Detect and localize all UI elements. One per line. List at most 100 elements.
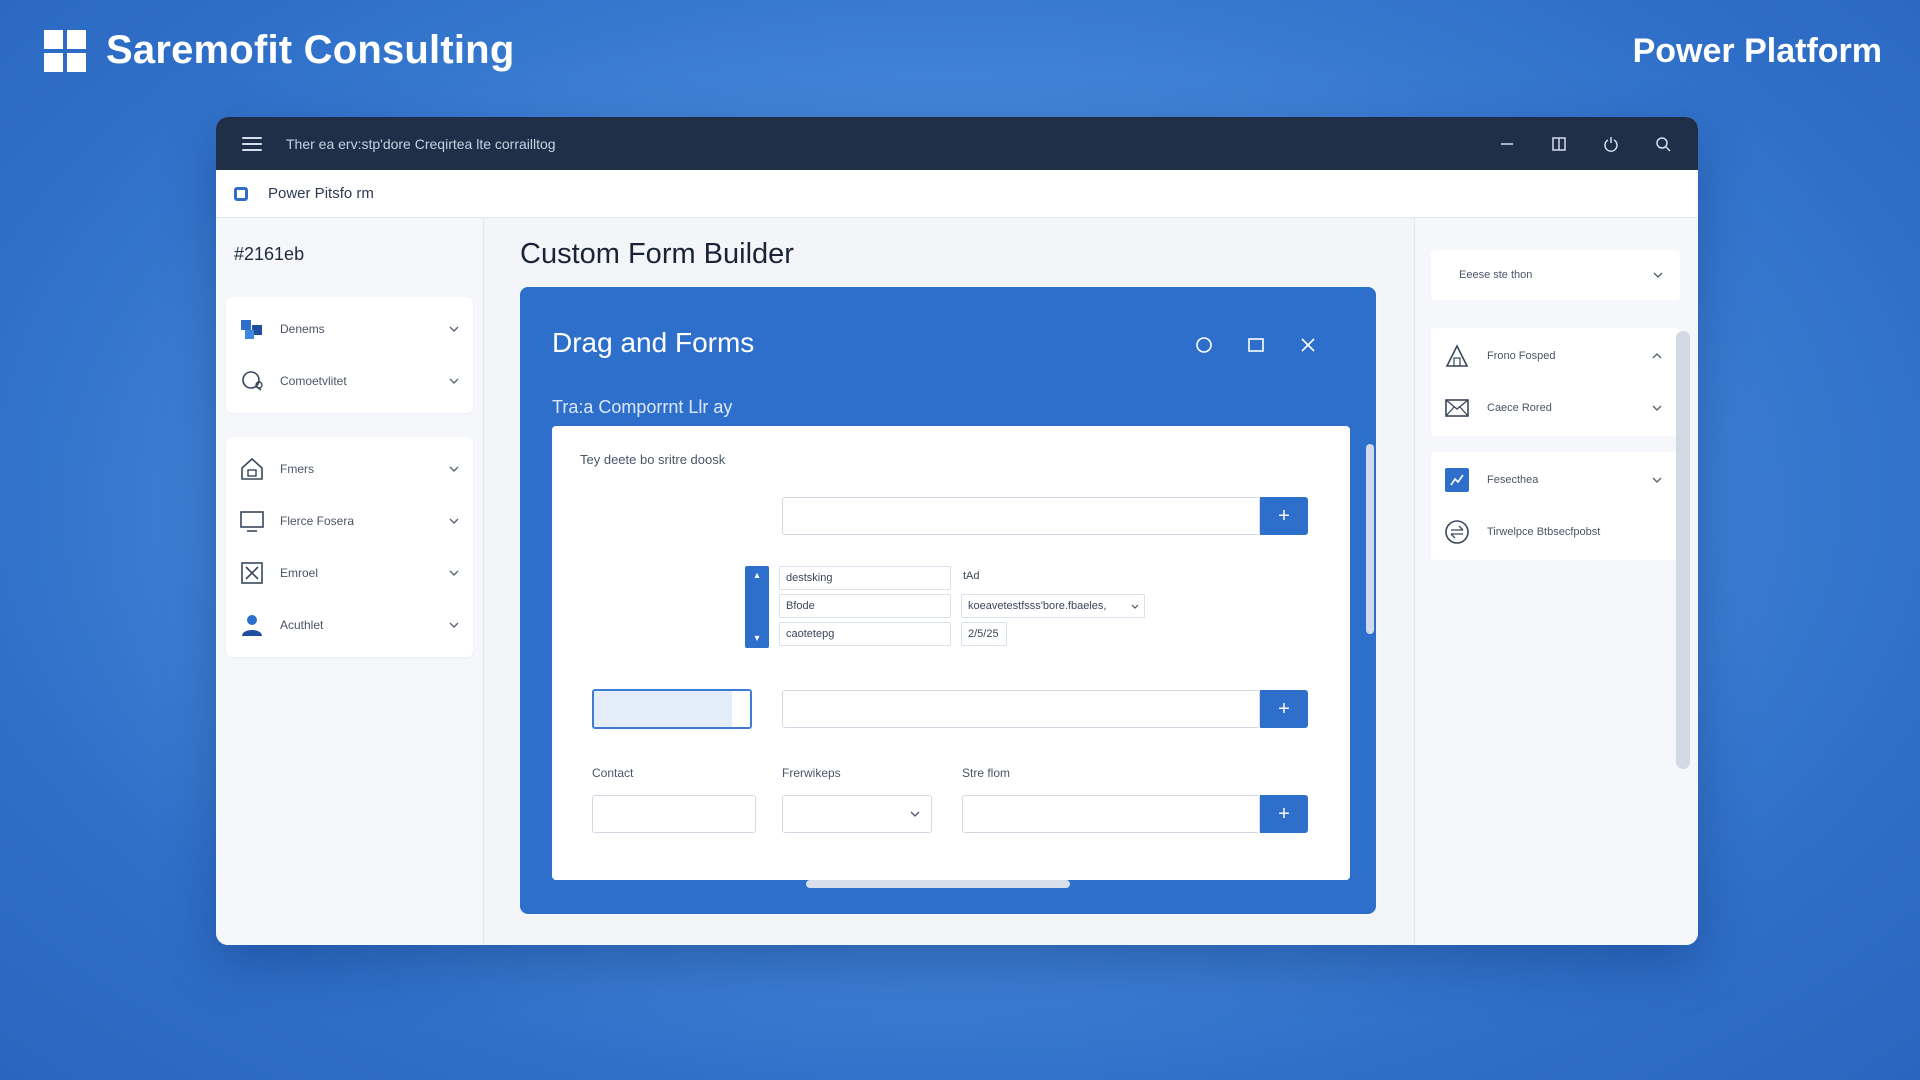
chevron-down-icon[interactable] — [447, 618, 461, 632]
chevron-up-icon[interactable] — [1650, 349, 1664, 363]
add-button[interactable]: + — [1260, 497, 1308, 535]
right-item-frono-fosped[interactable]: Frono Fosped — [1431, 330, 1680, 382]
field-date[interactable]: 2/5/25 — [961, 622, 1007, 646]
sidebar-item-label: Denems — [280, 322, 325, 336]
right-select-placeholder: Eeese ste thon — [1459, 269, 1533, 281]
maximize-icon[interactable] — [1246, 335, 1266, 355]
form-row-3-store: + — [962, 795, 1308, 833]
sidebar-code: #2161eb — [234, 244, 305, 264]
right-item-tirwelpce[interactable]: Tirwelpce Btbsecfpobst — [1431, 506, 1680, 558]
hamburger-menu-icon[interactable] — [242, 136, 262, 151]
panel-title: Drag and Forms — [552, 327, 755, 358]
right-item-fesecthea[interactable]: Fesecthea — [1431, 454, 1680, 506]
field-column-2: tAd koeavetestfsss'bore.fbaeles, 2/5/25 — [961, 566, 1151, 648]
horizontal-scrollbar[interactable] — [806, 880, 1070, 888]
chevron-down-icon[interactable] — [447, 322, 461, 336]
field-dropdown[interactable]: koeavetestfsss'bore.fbaeles, — [961, 594, 1145, 618]
right-item-label: Tirwelpce Btbsecfpobst — [1487, 526, 1601, 538]
chevron-down-icon[interactable] — [447, 462, 461, 476]
text-input-2[interactable] — [782, 690, 1260, 728]
add-button[interactable]: + — [1260, 690, 1308, 728]
right-item-label: Caece Rored — [1487, 402, 1552, 414]
app-window: Ther ea erv:stp'dore Creqirtea lte corra… — [216, 117, 1698, 945]
right-item-label: Fesecthea — [1487, 474, 1539, 486]
components-icon — [238, 315, 266, 343]
sidebar-item-label: Emroel — [280, 566, 319, 580]
field-cell[interactable]: destsking — [779, 566, 951, 590]
selected-component[interactable] — [592, 689, 752, 729]
sidebar-item-label: Fmers — [280, 462, 314, 476]
sidebar-group-1: Denems Comoetvlitet — [226, 297, 473, 413]
drag-handle-icon[interactable]: ▴ ▾ — [745, 566, 769, 648]
close-box-icon — [238, 559, 266, 587]
sidebar-item-denems[interactable]: Denems — [226, 303, 473, 355]
sidebar-item-fmers[interactable]: Fmers — [226, 443, 473, 495]
store-label: Stre flom — [962, 766, 1011, 780]
sidebar-item-comoetvlitet[interactable]: Comoetvlitet — [226, 355, 473, 407]
prerequisites-select[interactable] — [782, 795, 932, 833]
sidebar-item-label: Acuthlet — [280, 618, 324, 632]
sidebar-group-2: Fmers Flerce Fosera Emroel Acuthlet — [226, 437, 473, 657]
sidebar-item-label: Flerce Fosera — [280, 514, 355, 528]
field-table: ▴ ▾ destsking Bfode caotetepg tAd koeavet… — [745, 566, 1151, 648]
user-icon — [238, 611, 266, 639]
form-row-1: + — [782, 497, 1308, 535]
form-builder-panel: Drag and Forms Tra:a Comporrnt Llr ay Te… — [520, 287, 1376, 914]
split-view-icon[interactable] — [1550, 135, 1568, 153]
breadcrumb-label[interactable]: Power Pitsfo rm — [268, 185, 374, 202]
field-cell[interactable]: Bfode — [779, 594, 951, 618]
titlebar-text: Ther ea erv:stp'dore Creqirtea lte corra… — [286, 135, 556, 152]
panel-header: Drag and Forms Tra:a Comporrnt Llr ay — [550, 287, 1346, 417]
power-icon[interactable] — [1602, 135, 1620, 153]
form-canvas: Tey deete bo sritre doosk + ▴ ▾ destsking… — [552, 426, 1374, 888]
sidebar-item-label: Comoetvlitet — [280, 374, 347, 388]
minimize-icon[interactable] — [1498, 135, 1516, 153]
right-group-1: Frono Fosped Caece Rored — [1431, 328, 1680, 436]
windows-logo-icon — [44, 29, 86, 72]
right-panel: Eeese ste thon Frono Fosped Caece Rored — [1414, 218, 1698, 945]
search-icon[interactable] — [1654, 135, 1672, 153]
form-row-2: + — [782, 690, 1308, 728]
close-icon[interactable] — [1298, 335, 1318, 355]
monitor-icon — [238, 507, 266, 535]
text-input-1[interactable] — [782, 497, 1260, 535]
chevron-down-icon[interactable] — [1650, 401, 1664, 415]
chevron-down-icon[interactable] — [447, 514, 461, 528]
chart-icon — [1443, 466, 1471, 494]
chevron-down-icon — [910, 811, 920, 817]
form-row-3 — [592, 795, 756, 833]
contact-input[interactable] — [592, 795, 756, 833]
add-button[interactable]: + — [1260, 795, 1308, 833]
chevron-down-icon — [1131, 604, 1139, 609]
sidebar-item-flerce-fosera[interactable]: Flerce Fosera — [226, 495, 473, 547]
right-panel-select[interactable]: Eeese ste thon — [1431, 250, 1680, 300]
brand-title: Saremofit Consulting — [106, 28, 515, 72]
main-content: Custom Form Builder Drag and Forms Tra:a… — [484, 218, 1414, 945]
home-icon — [238, 455, 266, 483]
contact-label: Contact — [592, 766, 634, 780]
field-cell[interactable]: caotetepg — [779, 622, 951, 646]
right-group-2: Fesecthea Tirwelpce Btbsecfpobst — [1431, 452, 1680, 560]
field-value: tAd — [963, 570, 980, 582]
sidebar-item-acuthlet[interactable]: Acuthlet — [226, 599, 473, 651]
form-hint-text: Tey deete bo sritre doosk — [580, 452, 726, 467]
circle-icon[interactable] — [1194, 335, 1214, 355]
mail-icon — [1443, 394, 1471, 422]
store-input[interactable] — [962, 795, 1260, 833]
chevron-down-icon[interactable] — [1650, 473, 1664, 487]
product-title: Power Platform — [1632, 32, 1882, 70]
component-library-label: Tra:a Comporrnt Llr ay — [552, 397, 733, 417]
chevron-down-icon — [1653, 272, 1663, 278]
prerequisites-label: Frerwikeps — [782, 766, 841, 780]
page-title: Custom Form Builder — [520, 238, 794, 270]
right-item-caece-rored[interactable]: Caece Rored — [1431, 382, 1680, 434]
breadcrumb-bar: Power Pitsfo rm — [216, 170, 1698, 218]
vertical-scrollbar[interactable] — [1366, 444, 1374, 634]
sidebar-item-emroel[interactable]: Emroel — [226, 547, 473, 599]
chevron-down-icon[interactable] — [447, 374, 461, 388]
right-scrollbar[interactable] — [1676, 331, 1690, 769]
titlebar: Ther ea erv:stp'dore Creqirtea lte corra… — [216, 117, 1698, 170]
chat-icon — [238, 367, 266, 395]
chevron-down-icon[interactable] — [447, 566, 461, 580]
field-dropdown-value: koeavetestfsss'bore.fbaeles, — [968, 600, 1107, 612]
